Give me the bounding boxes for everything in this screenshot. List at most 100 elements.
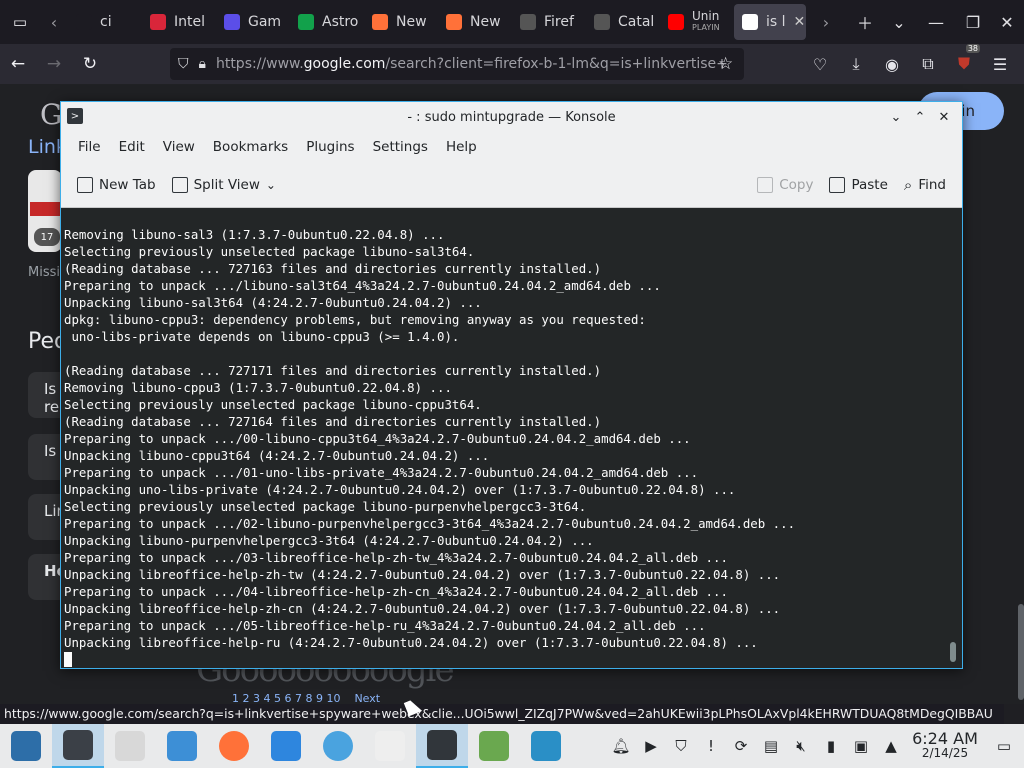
terminal-line: Preparing to unpack .../00-libuno-cppu3t…: [64, 431, 691, 446]
bookmark-star-icon[interactable]: ☆: [718, 54, 733, 74]
clipboard-tray-icon[interactable]: ▤: [756, 737, 786, 755]
close-tab-icon[interactable]: ✕: [794, 14, 806, 30]
maximize-window-icon[interactable]: ❐: [956, 13, 990, 32]
menu-plugins[interactable]: Plugins: [297, 139, 363, 155]
notification-bell-icon[interactable]: 🔔︎: [606, 737, 636, 755]
new-tab-icon[interactable]: ＋: [848, 10, 882, 34]
generic-tab-icon: [76, 14, 92, 30]
list-all-tabs-icon[interactable]: ⌄: [882, 13, 916, 32]
menu-view[interactable]: View: [154, 139, 204, 155]
menu-settings[interactable]: Settings: [364, 139, 437, 155]
back-icon[interactable]: ←: [0, 44, 36, 84]
find-button[interactable]: ⌕ Find: [896, 176, 954, 194]
terminal-output[interactable]: Removing libuno-sal3 (1:7.3.7-0ubuntu0.2…: [61, 208, 962, 668]
menu-bookmarks[interactable]: Bookmarks: [204, 139, 297, 155]
taskbar-system-monitor[interactable]: [520, 724, 572, 768]
window-menu-chevron-icon[interactable]: ⌄: [884, 110, 908, 125]
minimize-window-icon[interactable]: —: [916, 13, 956, 32]
terminal-line: dpkg: libuno-cppu3: dependency problems,…: [64, 312, 646, 327]
konsole-app-icon[interactable]: >: [67, 108, 83, 124]
copy-button[interactable]: Copy: [749, 177, 821, 193]
tray-expand-arrow-icon[interactable]: ▲: [876, 737, 906, 755]
terminal-scrollbar[interactable]: [950, 642, 956, 662]
url-text[interactable]: https://www.google.com/search?client=fir…: [216, 56, 728, 72]
terminal-line: Preparing to unpack .../04-libreoffice-h…: [64, 584, 728, 599]
show-desktop-icon[interactable]: ▭: [984, 737, 1024, 755]
network-icon[interactable]: ▣: [846, 737, 876, 755]
taskbar-dolphin[interactable]: [156, 724, 208, 768]
terminal-line: (Reading database ... 727171 files and d…: [64, 363, 602, 378]
taskbar-web-browser[interactable]: [312, 724, 364, 768]
volume-muted-icon[interactable]: 🔇︎: [786, 737, 816, 755]
page-scrollbar[interactable]: [1018, 604, 1024, 700]
menu-edit[interactable]: Edit: [110, 139, 154, 155]
tab-overview-icon[interactable]: ▭: [0, 0, 40, 44]
taskbar-system-settings[interactable]: [52, 724, 104, 768]
paste-button[interactable]: Paste: [821, 177, 895, 193]
firefox-icon: [446, 14, 462, 30]
address-bar[interactable]: ⛉ 🔒︎ https://www.google.com/search?clien…: [170, 48, 744, 80]
lock-icon[interactable]: 🔒︎: [199, 56, 206, 72]
menu-help[interactable]: Help: [437, 139, 486, 155]
battery-icon[interactable]: ▮: [816, 737, 846, 755]
system-tray: 🔔︎ ▶ ⛉ ! ⟳ ▤ 🔇︎ ▮ ▣ ▲ 6:24 AM 2/14/25 ▭: [606, 724, 1024, 768]
media-player-icon[interactable]: ▶: [636, 737, 666, 755]
browser-tab[interactable]: Firef: [512, 4, 582, 40]
taskbar-updater[interactable]: [468, 724, 520, 768]
tabs-scroll-right-icon[interactable]: ›: [812, 0, 840, 44]
browser-tab[interactable]: New: [438, 4, 508, 40]
close-window-icon[interactable]: ✕: [990, 13, 1024, 32]
taskbar-firefox[interactable]: [208, 724, 260, 768]
terminal-line: Selecting previously unselected package …: [64, 499, 587, 514]
ublock-extension-icon[interactable]: ⛊ 38: [946, 44, 982, 74]
downloads-icon[interactable]: ⤓: [838, 54, 874, 74]
taskbar: 🔔︎ ▶ ⛉ ! ⟳ ▤ 🔇︎ ▮ ▣ ▲ 6:24 AM 2/14/25 ▭: [0, 724, 1024, 768]
browser-tab[interactable]: Gam: [216, 4, 286, 40]
menu-file[interactable]: File: [69, 139, 110, 155]
taskbar-vpn-shield[interactable]: [364, 724, 416, 768]
window-title: - : sudo mintupgrade — Konsole: [407, 109, 616, 125]
system-monitor-icon: [531, 731, 561, 761]
taskbar-konsole[interactable]: [416, 724, 468, 768]
konsole-titlebar[interactable]: > - : sudo mintupgrade — Konsole ⌄ ⌃ ✕: [61, 102, 962, 132]
digital-clock[interactable]: 6:24 AM 2/14/25: [906, 731, 984, 761]
controller-icon: [224, 14, 240, 30]
alert-tray-icon[interactable]: !: [696, 737, 726, 755]
browser-tab[interactable]: ci: [68, 4, 138, 40]
terminal-line: Preparing to unpack .../05-libreoffice-h…: [64, 618, 706, 633]
tab-label: Unin PLAYIN: [692, 9, 720, 32]
reload-icon[interactable]: ↻: [72, 44, 108, 84]
browser-tab[interactable]: Catal: [586, 4, 656, 40]
terminal-line: Unpacking libuno-purpenvhelpergcc3-3t64 …: [64, 533, 594, 548]
app-menu-icon[interactable]: ☰: [982, 55, 1018, 74]
tabs-scroll-left-icon[interactable]: ‹: [40, 0, 68, 44]
browser-tab[interactable]: Astro: [290, 4, 360, 40]
taskbar-files[interactable]: [104, 724, 156, 768]
terminal-line: uno-libs-private depends on libuno-cppu3…: [64, 329, 460, 344]
maximize-chevron-icon[interactable]: ⌃: [908, 110, 932, 125]
taskbar-discover[interactable]: [260, 724, 312, 768]
vpn-shield-icon: [375, 731, 405, 761]
browser-tab[interactable]: Unin PLAYIN: [660, 4, 730, 40]
updater-icon: [479, 731, 509, 761]
browser-tab[interactable]: New: [364, 4, 434, 40]
extensions-icon[interactable]: ⧉: [910, 54, 946, 74]
browser-tab[interactable]: is l ✕: [734, 4, 806, 40]
account-icon[interactable]: ◉: [874, 55, 910, 74]
browser-tab[interactable]: Intel: [142, 4, 212, 40]
split-view-icon: [171, 176, 188, 193]
terminal-line: Unpacking libuno-sal3t64 (4:24.2.7-0ubun…: [64, 295, 482, 310]
pocket-icon[interactable]: ♡: [802, 55, 838, 74]
terminal-line: Unpacking uno-libs-private (4:24.2.7-0ub…: [64, 482, 736, 497]
split-view-button[interactable]: Split View ⌄: [164, 176, 284, 193]
vpn-tray-icon[interactable]: ⛉: [666, 737, 696, 755]
forward-icon[interactable]: →: [36, 44, 72, 84]
update-tray-icon[interactable]: ⟳: [726, 737, 756, 755]
terminal-line: Selecting previously unselected package …: [64, 244, 475, 259]
thumbnail-banner: [30, 202, 60, 216]
new-tab-button[interactable]: New Tab: [69, 176, 164, 193]
taskbar-application-launcher[interactable]: [0, 724, 52, 768]
close-icon[interactable]: ✕: [932, 110, 956, 125]
site-info-shield-icon[interactable]: ⛉: [178, 56, 189, 72]
missing-terms-text: Missi: [28, 265, 60, 280]
